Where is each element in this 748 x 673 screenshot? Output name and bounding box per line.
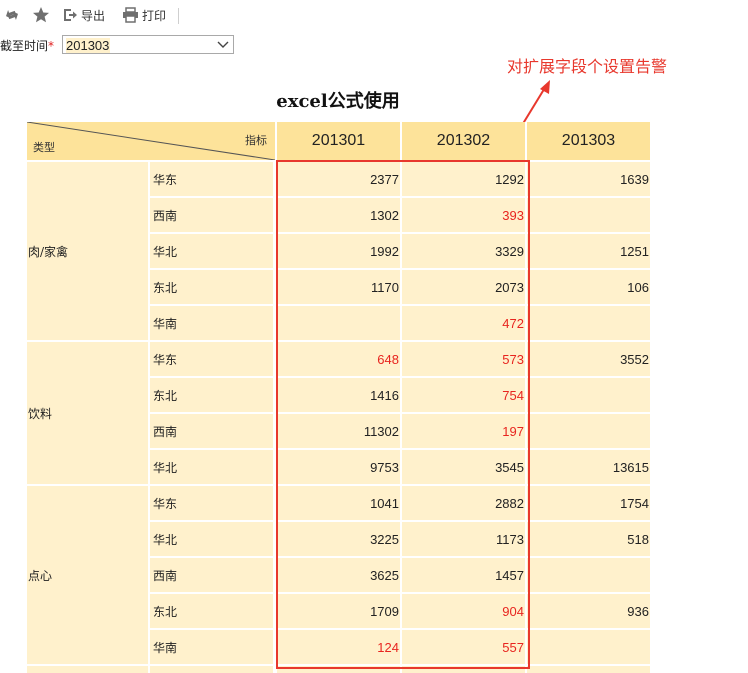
value-cell [527,198,650,232]
value-cell: 3329 [402,234,525,268]
report-title: excel公式使用 [276,91,400,112]
value-cell [527,558,650,592]
value-cell [527,414,650,448]
region-cell: 东北 [150,378,273,412]
value-cell: 1292 [402,162,525,196]
value-cell: 1709 [277,594,400,628]
export-button[interactable]: 导出 [62,5,105,25]
value-cell [527,306,650,340]
value-cell: 1251 [527,234,650,268]
value-cell [527,630,650,664]
region-cell: 东北 [150,270,273,304]
category-cell: 点心 [27,486,148,664]
value-cell [527,378,650,412]
corner-label-type: 类型 [33,141,55,154]
value-cell: 1173 [402,522,525,556]
value-cell: 573 [402,342,525,376]
favorite-button[interactable] [32,5,50,25]
value-cell: 648 [277,342,400,376]
value-cell: 106 [527,270,650,304]
toolbar-divider [178,8,179,24]
corner-header: 指标 类型 [27,122,275,160]
value-cell: 13615 [527,450,650,484]
region-cell [150,666,273,673]
value-cell: 1457 [402,558,525,592]
value-cell: 1041 [277,486,400,520]
toolbar: 导出 打印 [0,0,748,30]
refresh-button[interactable] [4,5,20,25]
date-select-value: 201303 [66,38,111,53]
value-cell: 11302 [277,414,400,448]
value-cell: 1416 [277,378,400,412]
region-cell: 华北 [150,522,273,556]
column-header: 201302 [402,122,525,160]
export-label: 导出 [81,8,106,23]
value-cell: 936 [527,594,650,628]
required-mark: * [48,39,55,53]
date-select[interactable]: 201303 [62,35,234,54]
printer-icon [123,7,138,23]
region-cell: 华南 [150,630,273,664]
value-cell [277,666,400,673]
region-cell: 西南 [150,414,273,448]
corner-diagonal [27,122,275,160]
value-cell: 3545 [402,450,525,484]
print-label: 打印 [142,8,167,23]
region-cell: 东北 [150,594,273,628]
value-cell: 3225 [277,522,400,556]
value-cell: 518 [527,522,650,556]
region-cell: 华东 [150,486,273,520]
value-cell: 754 [402,378,525,412]
value-cell [527,666,650,673]
chevron-down-icon [217,41,229,48]
category-cell [27,666,148,673]
print-button[interactable]: 打印 [122,5,166,25]
corner-label-indicator: 指标 [245,134,267,147]
value-cell: 2377 [277,162,400,196]
value-cell: 1170 [277,270,400,304]
value-cell: 472 [402,306,525,340]
filter-label-text: 截至时间 [0,39,49,53]
annotation-text: 对扩展字段个设置告警 [507,57,668,76]
region-cell: 华北 [150,450,273,484]
export-icon [64,9,77,21]
value-cell [277,306,400,340]
column-header: 201301 [277,122,400,160]
value-cell: 2882 [402,486,525,520]
value-cell: 393 [402,198,525,232]
star-icon [33,7,49,23]
value-cell: 197 [402,414,525,448]
region-cell: 西南 [150,198,273,232]
value-cell: 557 [402,630,525,664]
value-cell: 2073 [402,270,525,304]
region-cell: 西南 [150,558,273,592]
value-cell: 1302 [277,198,400,232]
category-cell: 饮料 [27,342,148,484]
value-cell: 904 [402,594,525,628]
value-cell: 3552 [527,342,650,376]
region-cell: 华东 [150,162,273,196]
value-cell: 9753 [277,450,400,484]
region-cell: 华东 [150,342,273,376]
refresh-icon [6,10,18,20]
column-header: 201303 [527,122,650,160]
value-cell [402,666,525,673]
value-cell: 124 [277,630,400,664]
value-cell: 3625 [277,558,400,592]
region-cell: 华北 [150,234,273,268]
region-cell: 华南 [150,306,273,340]
value-cell: 1754 [527,486,650,520]
value-cell: 1992 [277,234,400,268]
report-table: 指标 类型 201301 201302 201303 肉/家禽 华东 2377 1292 16… [27,122,650,673]
category-cell: 肉/家禽 [27,162,148,340]
filter-label: 截至时间* [0,37,54,54]
value-cell: 1639 [527,162,650,196]
